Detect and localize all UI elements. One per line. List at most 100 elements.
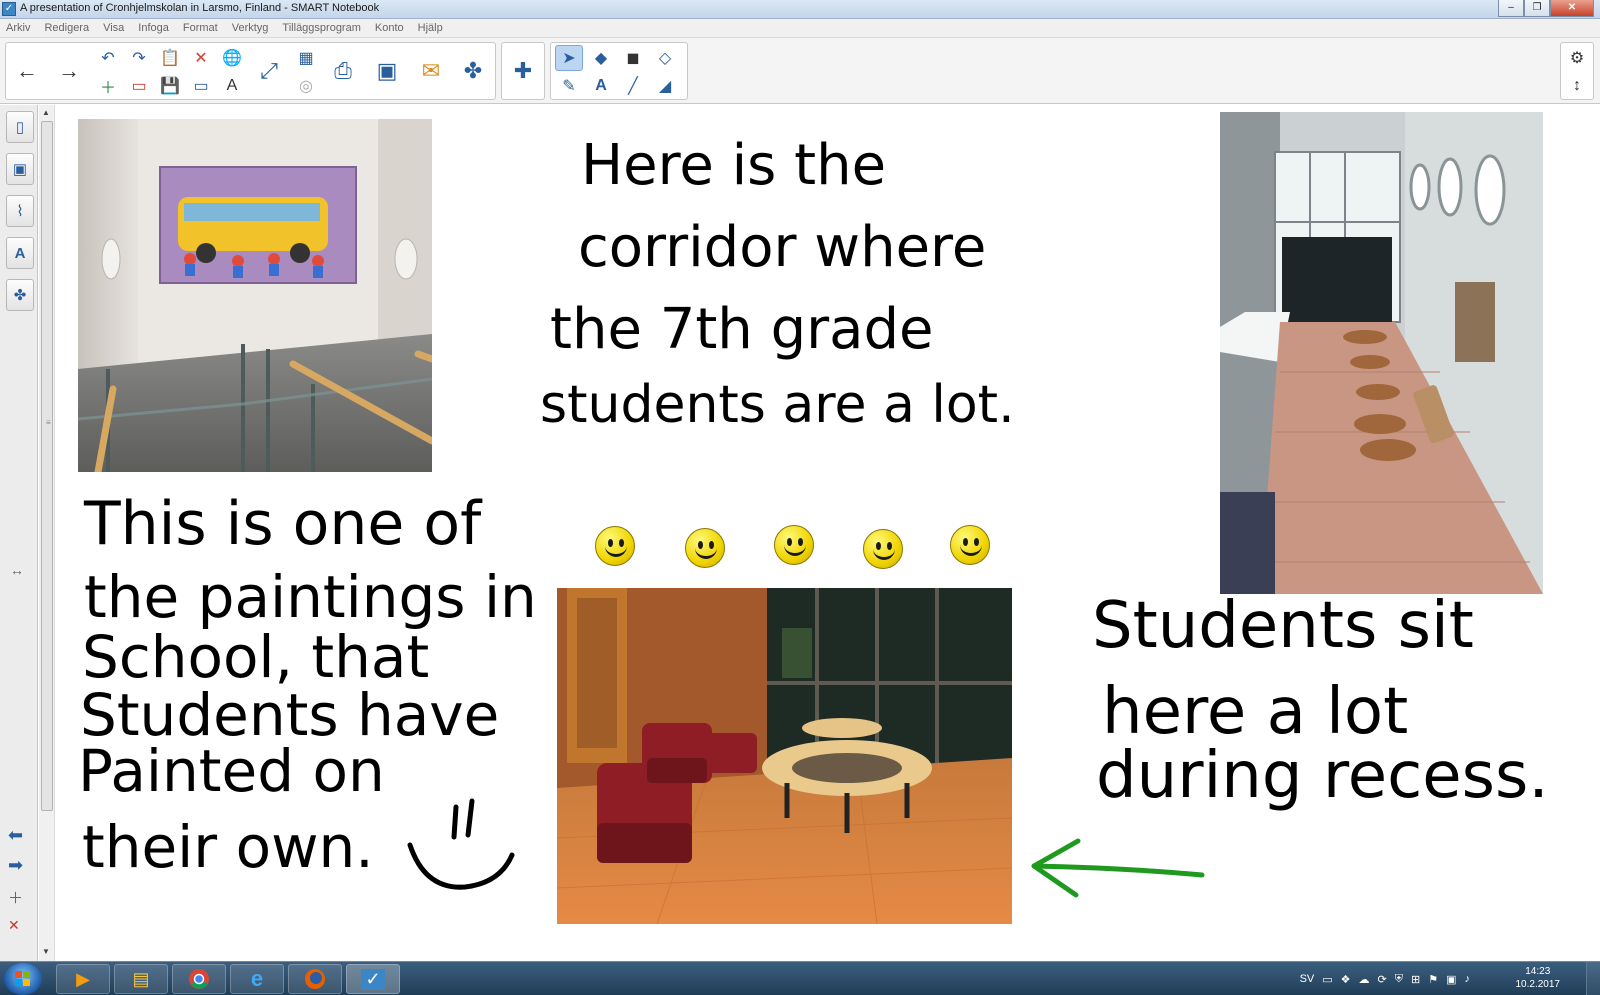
next-page-icon[interactable]: ➡ — [8, 855, 23, 876]
delete-page-icon[interactable]: ▭ — [125, 73, 153, 99]
table-icon[interactable]: ▦ — [292, 45, 320, 71]
green-arrow-icon[interactable] — [1026, 833, 1210, 903]
start-button[interactable] — [4, 963, 42, 995]
vertical-scrollbar[interactable]: ▲ ≡ ▼ — [39, 105, 55, 961]
lounge-seating-photo[interactable] — [557, 588, 1012, 924]
sync-icon[interactable]: ⟳ — [1378, 973, 1387, 986]
monitor-icon[interactable]: ▣ — [1446, 973, 1456, 986]
show-desktop-button[interactable] — [1586, 962, 1600, 995]
scroll-thumb[interactable]: ≡ — [41, 121, 53, 811]
painting-note-line-6[interactable]: their own. — [82, 813, 374, 881]
scroll-up-icon[interactable]: ▲ — [42, 108, 50, 117]
smiley-icon[interactable] — [774, 525, 814, 565]
back-page-icon[interactable]: ← — [10, 45, 44, 97]
minimize-button[interactable]: – — [1498, 0, 1524, 17]
response-icon[interactable]: ✉ — [414, 45, 448, 97]
menu-item-hjalp[interactable]: Hjälp — [418, 22, 443, 34]
close-button[interactable]: ✕ — [1550, 0, 1594, 17]
shield-icon[interactable]: ⛨ — [1395, 973, 1403, 986]
language-indicator[interactable]: SV — [1300, 973, 1315, 985]
print-icon[interactable]: ⎙ — [326, 45, 360, 97]
menu-item-redigera[interactable]: Redigera — [44, 22, 89, 34]
fill-tool-icon[interactable]: ◇ — [651, 45, 679, 71]
hand-drawn-smile-icon[interactable] — [400, 795, 520, 895]
taskbar-clock[interactable]: 14:23 10.2.2017 — [1516, 965, 1561, 991]
flag-icon[interactable]: ⚑ — [1428, 973, 1438, 986]
windows-logo-icon — [15, 971, 31, 987]
smiley-icon[interactable] — [685, 528, 725, 568]
toolbar: ← → ↶ ↷ 📋 ✕ 🌐 ＋ ▭ 💾 ▭ A ⤢ ▦ ◎ ⎙ ▣ ✉ ✤ ✚ … — [0, 38, 1600, 104]
screen-shade-icon[interactable]: ▭ — [187, 73, 215, 99]
menu-item-visa[interactable]: Visa — [103, 22, 124, 34]
add-page-icon[interactable]: ＋ — [94, 73, 122, 99]
scroll-down-icon[interactable]: ▼ — [42, 947, 50, 956]
recess-note-line-3[interactable]: during recess. — [1096, 739, 1549, 813]
forward-page-icon[interactable]: → — [52, 45, 86, 97]
painting-note-line-1[interactable]: This is one of — [84, 489, 481, 559]
delete-icon[interactable]: ✕ — [187, 45, 215, 71]
delete-page-side-icon[interactable]: ✕ — [8, 917, 20, 934]
menu-item-format[interactable]: Format — [183, 22, 218, 34]
pens-tool-icon[interactable]: ✎ — [555, 73, 583, 99]
smart-notebook-taskbar-icon[interactable]: ✓ — [346, 964, 400, 994]
menu-item-tillaggsprogram[interactable]: Tilläggsprogram — [282, 22, 360, 34]
puzzle-icon[interactable]: ✚ — [506, 45, 540, 97]
file-explorer-taskbar-icon[interactable]: ▤ — [114, 964, 168, 994]
corridor-note-line-2[interactable]: corridor where — [578, 215, 986, 280]
attachments-tab-icon[interactable]: ⌇ — [6, 195, 34, 227]
properties-tab-icon[interactable]: A — [6, 237, 34, 269]
shape-eraser-icon[interactable]: ◼ — [619, 45, 647, 71]
toolbar-settings-group: ⚙ ↕ — [1560, 42, 1594, 100]
line-tool-icon[interactable]: ╱ — [619, 73, 647, 99]
shapes-tool-icon[interactable]: ◆ — [587, 45, 615, 71]
maximize-button[interactable]: ❐ — [1524, 0, 1550, 17]
redo-icon[interactable]: ↷ — [125, 45, 153, 71]
recess-note-line-2[interactable]: here a lot — [1102, 675, 1408, 749]
screen-capture-icon[interactable]: ▣ — [370, 45, 404, 97]
globe-icon[interactable]: 🌐 — [218, 45, 246, 71]
menu-item-arkiv[interactable]: Arkiv — [6, 22, 30, 34]
painting-note-line-2[interactable]: the paintings in — [84, 563, 537, 631]
menu-item-infoga[interactable]: Infoga — [138, 22, 169, 34]
corridor-note-line-1[interactable]: Here is the — [581, 133, 886, 198]
text-tool-icon[interactable]: A — [587, 73, 615, 99]
dropbox-icon[interactable]: ❖ — [1341, 973, 1351, 986]
add-ons-tab-icon[interactable]: ✤ — [6, 279, 34, 311]
measure-icon[interactable]: ◎ — [292, 73, 320, 99]
settings-gear-icon[interactable]: ⚙ — [1563, 45, 1591, 71]
firefox-taskbar-icon[interactable] — [288, 964, 342, 994]
save-icon[interactable]: 💾 — [156, 73, 184, 99]
resize-panel-icon[interactable]: ↔ — [10, 562, 24, 578]
recess-note-line-1[interactable]: Students sit — [1092, 589, 1474, 663]
text-format-icon[interactable]: A — [218, 73, 246, 99]
select-tool-icon[interactable]: ➤ — [555, 45, 583, 71]
menu-item-verktyg[interactable]: Verktyg — [232, 22, 269, 34]
painting-note-line-5[interactable]: Painted on — [78, 737, 385, 805]
previous-page-icon[interactable]: ⬅ — [8, 825, 23, 846]
paste-icon[interactable]: 📋 — [156, 45, 184, 71]
internet-explorer-taskbar-icon[interactable]: e — [230, 964, 284, 994]
undo-icon[interactable]: ↶ — [94, 45, 122, 71]
notebook-page-canvas[interactable]: Here is the corridor where the 7th grade… — [56, 105, 1600, 961]
fullscreen-icon[interactable]: ⤢ — [252, 45, 286, 97]
add-page-side-icon[interactable]: ＋ — [8, 887, 23, 908]
smiley-icon[interactable] — [950, 525, 990, 565]
media-player-taskbar-icon[interactable]: ▶ — [56, 964, 110, 994]
menu-item-konto[interactable]: Konto — [375, 22, 404, 34]
cloud-icon[interactable]: ☁ — [1359, 973, 1370, 986]
corridor-note-line-3[interactable]: the 7th grade — [550, 297, 933, 362]
eraser-tool-icon[interactable]: ◢ — [651, 73, 679, 99]
page-sorter-tab-icon[interactable]: ▯ — [6, 111, 34, 143]
network-icon[interactable]: ⊞ — [1411, 973, 1420, 986]
gallery-tab-icon[interactable]: ▣ — [6, 153, 34, 185]
smiley-icon[interactable] — [595, 526, 635, 566]
volume-icon[interactable]: ♪ — [1465, 973, 1471, 985]
smiley-icon[interactable] — [863, 529, 903, 569]
corridor-overview-photo[interactable] — [1220, 112, 1543, 594]
addon-icon[interactable]: ✤ — [456, 45, 490, 97]
move-toolbar-icon[interactable]: ↕ — [1563, 73, 1591, 99]
corridor-note-line-4[interactable]: students are a lot. — [540, 375, 1015, 435]
chrome-taskbar-icon[interactable] — [172, 964, 226, 994]
keyboard-icon[interactable]: ▭ — [1322, 973, 1332, 986]
stairwell-painting-photo[interactable] — [78, 119, 432, 472]
